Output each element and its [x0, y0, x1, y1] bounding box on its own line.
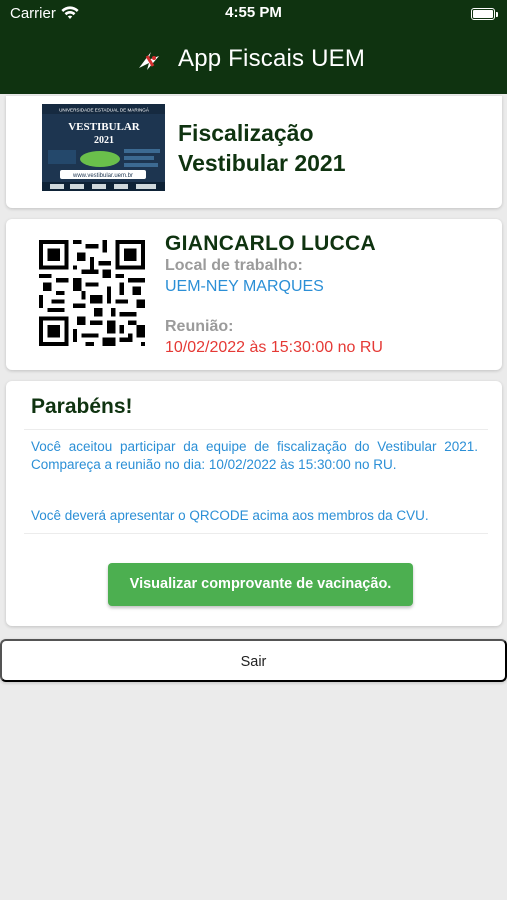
divider	[24, 533, 488, 534]
meeting-label: Reunião:	[165, 318, 234, 335]
credential-card: GIANCARLO LUCCA Local de trabalho: UEM-N…	[6, 219, 502, 370]
battery-icon	[471, 8, 498, 20]
view-vaccination-proof-button[interactable]: Visualizar comprovante de vacinação.	[108, 563, 413, 606]
exit-button[interactable]: Sair	[0, 639, 507, 682]
qr-code-icon	[39, 240, 145, 346]
status-time: 4:55 PM	[225, 4, 282, 21]
inspector-name: GIANCARLO LUCCA	[165, 232, 376, 255]
exam-title: Fiscalização Vestibular 2021	[178, 120, 346, 176]
confirmation-card: Parabéns! Você aceitou participar da equ…	[6, 381, 502, 626]
workplace-value: UEM-NEY MARQUES	[165, 278, 324, 295]
app-title: App Fiscais UEM	[178, 45, 366, 72]
exam-banner-card: UNIVERSIDADE ESTADUAL DE MARINGÁ VESTIBU…	[6, 96, 502, 208]
vestibular-banner-image: UNIVERSIDADE ESTADUAL DE MARINGÁ VESTIBU…	[42, 104, 165, 191]
qrcode-instruction-text: Você deverá apresentar o QRCODE acima ao…	[31, 508, 429, 523]
app-header: Carrier 4:55 PM App Fiscais UEM	[0, 0, 507, 94]
confirmation-title: Parabéns!	[31, 395, 133, 418]
banner-institution: UNIVERSIDADE ESTADUAL DE MARINGÁ	[59, 107, 150, 113]
status-bar: Carrier 4:55 PM	[0, 0, 507, 28]
uem-logo-icon	[133, 44, 165, 76]
workplace-label: Local de trabalho:	[165, 257, 303, 274]
divider	[24, 429, 488, 430]
banner-website: www.vestibular.uem.br	[72, 173, 133, 179]
confirmation-text: Você aceitou participar da equipe de fis…	[31, 439, 478, 472]
meeting-value: 10/02/2022 às 15:30:00 no RU	[165, 339, 383, 356]
banner-headline: VESTIBULAR	[68, 121, 141, 133]
banner-year: 2021	[94, 135, 114, 146]
